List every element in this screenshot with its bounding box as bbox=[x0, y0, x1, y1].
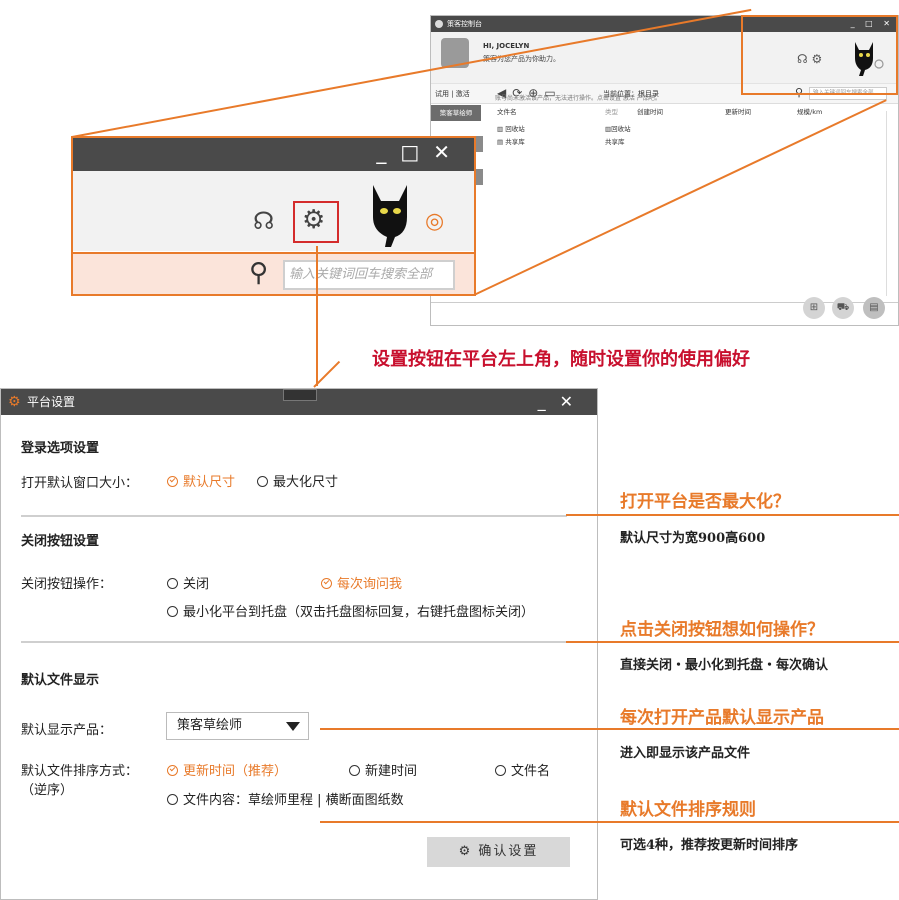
radio-default-size[interactable]: 默认尺寸 bbox=[167, 471, 235, 490]
radio-max-size[interactable]: 最大化尺寸 bbox=[257, 471, 338, 490]
annotation-text: 可选4种，推荐按更新时间排序 bbox=[620, 838, 799, 853]
customer-service-icon[interactable]: ☊ bbox=[253, 207, 274, 235]
zoom-search-bar: ⚲ 输入关键词回车搜索全部 bbox=[73, 252, 474, 294]
slogan: 设置按钮在平台左上角，随时设置你的使用偏好 bbox=[372, 349, 750, 370]
gift-icon[interactable]: ⊞ bbox=[803, 297, 825, 319]
table-cell: ▥回收站 bbox=[605, 125, 631, 133]
column-header[interactable]: 类型 bbox=[605, 106, 618, 116]
search-icon[interactable]: ⚲ bbox=[249, 258, 268, 288]
table-cell: 共享库 bbox=[605, 138, 625, 146]
annotation-line bbox=[320, 728, 899, 730]
annotation-line bbox=[566, 514, 899, 516]
section-heading-files: 默认文件显示 bbox=[21, 673, 100, 688]
zoom-callout: _□✕ ☊ ⚙ ◎ ⚲ 输入关键词回车搜索全部 bbox=[71, 136, 476, 296]
zoom-search-input[interactable]: 输入关键词回车搜索全部 bbox=[283, 260, 455, 290]
annotation-line bbox=[320, 821, 899, 823]
close-action-label: 关闭按钮操作： bbox=[21, 577, 113, 592]
greeting: HI, JOCELYN bbox=[483, 42, 530, 50]
window-controls[interactable]: _✕ bbox=[538, 389, 587, 415]
radio-sort-updated[interactable]: 更新时间（推荐） bbox=[167, 760, 287, 779]
dialog-title-bar: ⚙ 平台设置 _✕ bbox=[1, 389, 597, 415]
zoom-title-bar: _□✕ bbox=[73, 138, 474, 171]
annotation-text: 进入即显示该产品文件 bbox=[620, 746, 751, 761]
app-logo-icon bbox=[435, 20, 443, 28]
target-icon[interactable]: ◎ bbox=[425, 209, 444, 234]
annotation-text: 默认尺寸为宽900高600 bbox=[620, 531, 766, 546]
divider bbox=[431, 302, 898, 303]
confirm-settings-button[interactable]: ⚙ 确认设置 bbox=[427, 837, 570, 867]
default-product-select[interactable]: 策客草绘师 bbox=[166, 712, 309, 740]
settings-gear-icon: ⚙ bbox=[8, 394, 21, 410]
radio-sort-created[interactable]: 新建时间 bbox=[349, 760, 417, 779]
drag-handle[interactable] bbox=[283, 389, 317, 401]
scrollbar[interactable] bbox=[886, 111, 892, 296]
radio-minimize-tray[interactable]: 最小化平台到托盘（双击托盘图标回复，右键托盘图标关闭） bbox=[167, 601, 534, 620]
dialog-title: 平台设置 bbox=[27, 395, 76, 409]
section-heading-login: 登录选项设置 bbox=[21, 441, 100, 456]
window-controls[interactable]: _□✕ bbox=[376, 140, 464, 164]
divider bbox=[21, 515, 567, 517]
annotation-line bbox=[566, 641, 899, 643]
highlight-box bbox=[741, 15, 898, 95]
cart-icon[interactable]: ⛟ bbox=[832, 297, 854, 319]
window-size-label: 打开默认窗口大小： bbox=[21, 476, 139, 491]
radio-ask-every-time[interactable]: 每次询问我 bbox=[321, 573, 402, 592]
column-header[interactable]: 文件名 bbox=[497, 106, 517, 116]
settings-dialog: ⚙ 平台设置 _✕ 登录选项设置 打开默认窗口大小： 默认尺寸 最大化尺寸 关闭… bbox=[0, 388, 598, 900]
radio-close[interactable]: 关闭 bbox=[167, 573, 209, 592]
connector-line bbox=[316, 246, 318, 386]
select-value: 策客草绘师 bbox=[177, 718, 243, 733]
annotation-heading: 打开平台是否最大化？ bbox=[620, 492, 790, 512]
table-row[interactable]: ▤ 共享库 bbox=[497, 136, 525, 146]
welcome-message: 策客为您产品为你助力。 bbox=[483, 55, 560, 63]
sidebar-item-active[interactable]: 策客草绘师 bbox=[431, 105, 481, 121]
column-header[interactable]: 更新时间 bbox=[725, 106, 751, 116]
section-heading-close: 关闭按钮设置 bbox=[21, 534, 100, 549]
table-row[interactable]: ▥ 回收站 bbox=[497, 123, 525, 133]
radio-sort-content[interactable]: 文件内容：草绘师里程 | 横断面图纸数 bbox=[167, 789, 404, 808]
cat-mascot-icon bbox=[373, 185, 407, 247]
radio-sort-filename[interactable]: 文件名 bbox=[495, 760, 550, 779]
default-product-label: 默认显示产品： bbox=[21, 723, 113, 738]
column-header[interactable]: 创建时间 bbox=[637, 106, 663, 116]
annotation-heading: 默认文件排序规则 bbox=[620, 800, 756, 820]
sort-label-reverse: （逆序） bbox=[21, 783, 74, 798]
sort-label: 默认文件排序方式： bbox=[21, 764, 139, 779]
annotation-text: 直接关闭・最小化到托盘・每次确认 bbox=[620, 658, 829, 673]
document-icon[interactable]: ▤ bbox=[863, 297, 885, 319]
trial-activate-link[interactable]: 试用 | 激活 bbox=[435, 89, 470, 99]
column-header[interactable]: 规模/km bbox=[797, 106, 822, 116]
divider bbox=[21, 641, 567, 643]
settings-gear-icon: ⚙ bbox=[458, 844, 473, 859]
annotation-heading: 点击关闭按钮想如何操作？ bbox=[620, 620, 824, 640]
console-title: 策客控制台 bbox=[447, 20, 482, 28]
annotation-heading: 每次打开产品默认显示产品 bbox=[620, 708, 824, 728]
chevron-down-icon bbox=[286, 722, 300, 731]
activation-notice: 账号尚未激活该产品，无法进行操作。点击设置 激活 产品吧。 bbox=[495, 95, 661, 102]
settings-gear-icon[interactable]: ⚙ bbox=[302, 205, 325, 235]
settings-highlight[interactable]: ⚙ bbox=[293, 201, 339, 243]
zoom-header: ☊ ⚙ ◎ bbox=[73, 171, 474, 251]
